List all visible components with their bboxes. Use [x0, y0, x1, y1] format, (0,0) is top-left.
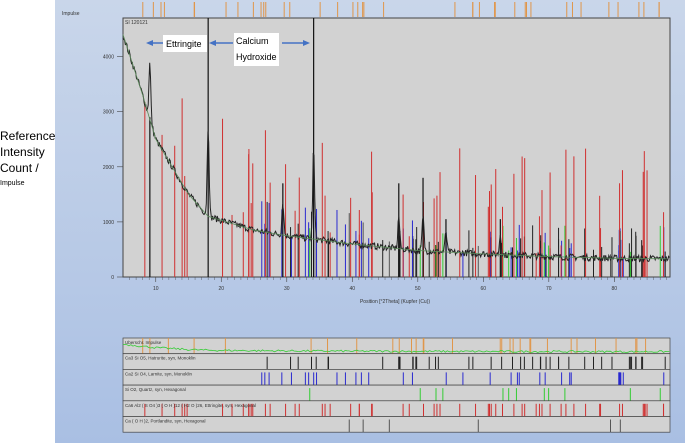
reference-ticks	[142, 2, 660, 17]
y-axis-title: Impulse	[62, 11, 80, 17]
phase-label: Ca ( O H )2, Portlandite, syn, Hexagonal	[125, 419, 206, 424]
calcium-hydroxide-label-1: Calcium	[236, 36, 269, 46]
calcium-hydroxide-label-2: Hydroxide	[236, 52, 277, 62]
y-tick-label: 4000	[103, 55, 114, 61]
phase-row	[122, 353, 671, 370]
x-tick-label: 70	[546, 286, 552, 292]
x-tick-label: 60	[481, 286, 487, 292]
x-axis-title: Position [°2Theta] (Kupfer (Cu))	[360, 299, 430, 305]
phase-label: Si O2, Quartz, syn, Hexagonal	[125, 387, 186, 392]
plot-area	[122, 17, 671, 278]
phase-row	[122, 369, 671, 386]
ettringite-label: Ettringite	[166, 39, 202, 49]
xrd-chart: Impulse SI 120121 10 20 30 40 50 60 70 80 0 1000 2…	[62, 2, 671, 433]
x-tick-label: 20	[218, 286, 224, 292]
x-tick-label: 80	[612, 286, 618, 292]
x-tick-label: 40	[350, 286, 356, 292]
phase-row	[122, 384, 671, 402]
sample-label: SI 120121	[125, 20, 148, 26]
y-tick-label: 3000	[103, 110, 114, 116]
y-tick-label: 2000	[103, 165, 114, 171]
x-tick-label: 30	[284, 286, 290, 292]
y-tick-label: 1000	[103, 220, 114, 226]
phase-label: Ca2 Si O4, Larnite, syn, Monoklin	[125, 371, 193, 376]
x-tick-label: 50	[415, 286, 421, 292]
y-tick-label: 0	[111, 275, 114, 281]
x-tick-label: 10	[153, 286, 159, 292]
phase-label: Ca3 Si O5, Hatrurite, syn, Monoklin	[125, 356, 196, 361]
phase-strip-panel: Uberschr. Impulse Ca3 Si O5, Hatrurite, s…	[122, 337, 671, 433]
phase-label: Ca6 Al2 ( S O4 )3 ( O H )12 ( H2 O )26, …	[125, 403, 256, 408]
phase-label: Uberschr. Impulse	[125, 340, 162, 345]
